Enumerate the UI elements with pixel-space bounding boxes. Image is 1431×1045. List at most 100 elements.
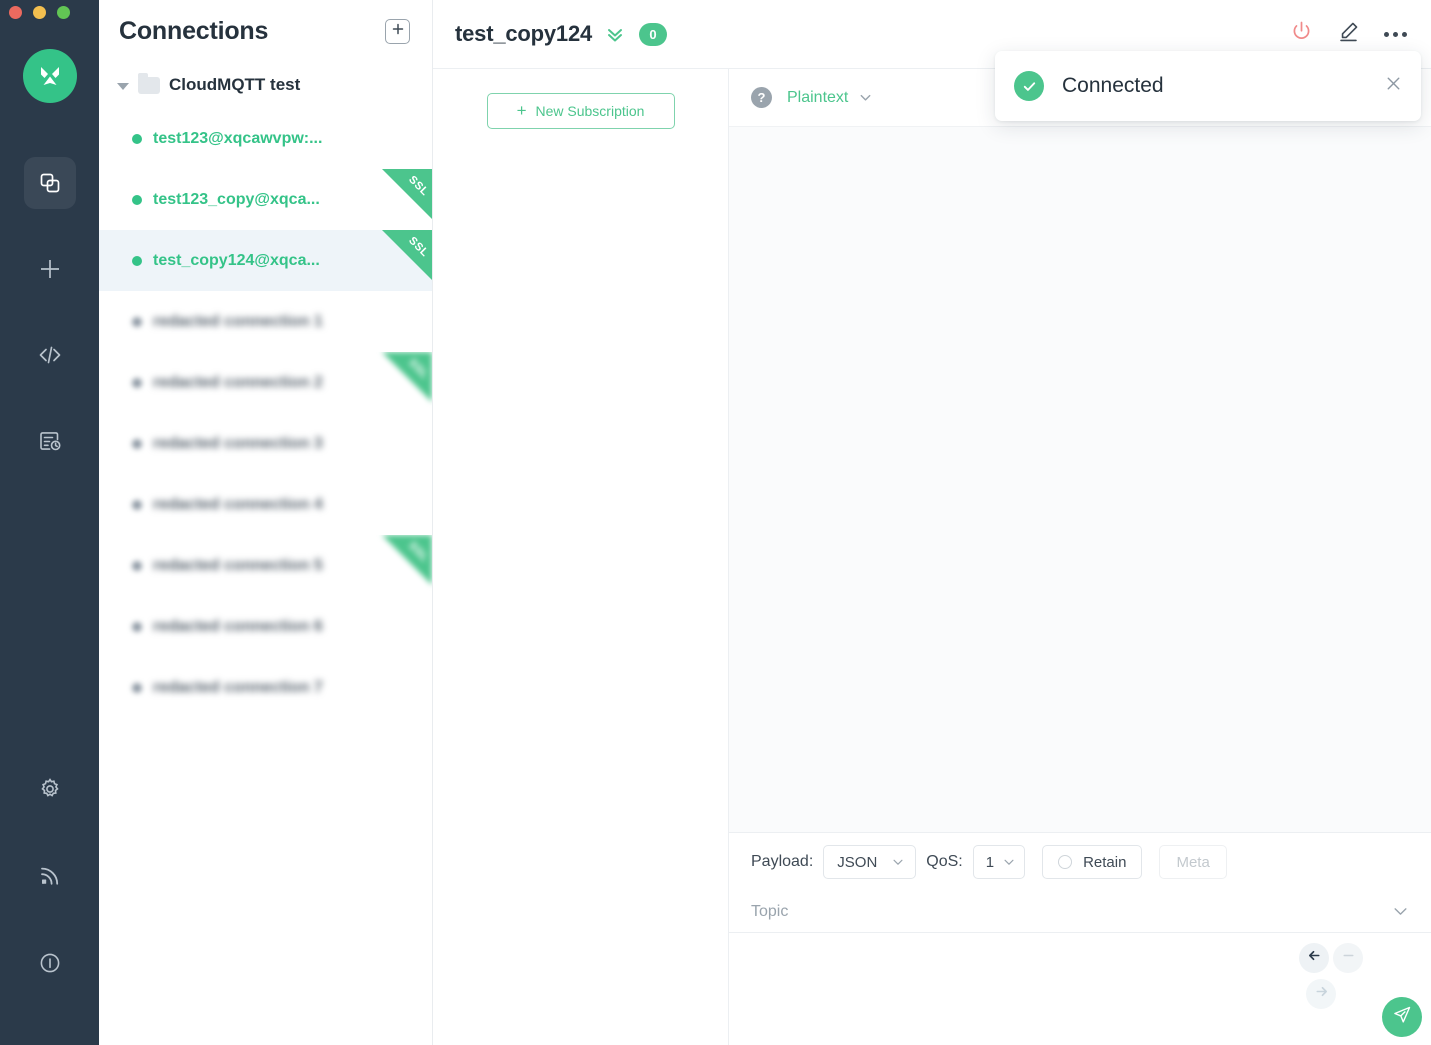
ssl-badge-label: SSL <box>406 235 431 260</box>
sidebar-item-new-connection[interactable] <box>24 243 76 295</box>
connection-name: redacted connection 1 <box>153 313 323 331</box>
help-icon[interactable]: ? <box>751 87 772 108</box>
connection-name: redacted connection 2 <box>153 374 323 392</box>
connections-header: Connections <box>99 0 432 62</box>
connection-list-item[interactable]: redacted connection 2SSL <box>99 352 432 413</box>
mqttx-logo-icon <box>23 49 77 103</box>
connection-list-item[interactable]: redacted connection 3 <box>99 413 432 474</box>
connection-status-dot <box>132 378 142 388</box>
status-badge: Connected <box>1062 74 1384 98</box>
connection-status-dot <box>132 561 142 571</box>
double-chevron-down-icon[interactable] <box>605 24 625 44</box>
sidebar-item-settings[interactable] <box>24 763 76 815</box>
connection-name: test123_copy@xqca... <box>153 191 320 209</box>
power-icon <box>1290 20 1313 48</box>
connection-list-item[interactable]: test123@xqcawvpw:... <box>99 108 432 169</box>
main-body: + New Subscription ? Plaintext <box>433 69 1431 1045</box>
app-window: Connections CloudMQTT test test123@xqcaw… <box>0 0 1431 1045</box>
publish-topic-row[interactable]: Topic <box>729 891 1431 933</box>
connection-status-dot <box>132 256 142 266</box>
edit-connection-button[interactable] <box>1337 20 1360 48</box>
sidebar-item-log[interactable] <box>24 415 76 467</box>
new-subscription-label: New Subscription <box>536 103 645 119</box>
plus-icon <box>37 256 63 282</box>
close-window-button[interactable] <box>9 6 22 19</box>
history-prev-button[interactable] <box>1299 943 1329 973</box>
connection-name: test123@xqcawvpw:... <box>153 130 322 148</box>
more-options-button[interactable] <box>1384 32 1407 37</box>
connection-list-item[interactable]: redacted connection 4 <box>99 474 432 535</box>
meta-button[interactable]: Meta <box>1159 845 1226 879</box>
plus-icon: + <box>517 102 527 119</box>
connection-name: redacted connection 6 <box>153 618 323 636</box>
check-circle-icon <box>1014 71 1044 101</box>
publish-bar: Payload: JSON QoS: 1 <box>729 832 1431 1045</box>
qos-select[interactable]: 1 <box>973 845 1025 879</box>
rail-bottom-icons <box>0 763 99 989</box>
more-dots-icon <box>1384 32 1407 37</box>
connection-group-label: CloudMQTT test <box>169 75 300 95</box>
sidebar-item-about[interactable] <box>24 937 76 989</box>
connection-name: redacted connection 4 <box>153 496 323 514</box>
connection-list-item[interactable]: redacted connection 6 <box>99 596 432 657</box>
connection-name: redacted connection 3 <box>153 435 323 453</box>
payload-label: Payload: <box>751 853 813 871</box>
connection-group-cloudmqtt-test[interactable]: CloudMQTT test <box>99 62 432 108</box>
ssl-badge: SSL <box>382 230 432 280</box>
retain-radio-icon <box>1058 855 1072 869</box>
connection-list-item[interactable]: redacted connection 7 <box>99 657 432 718</box>
messages-panel: ? Plaintext Payload: JSON <box>729 69 1431 1045</box>
chevron-down-icon[interactable] <box>1392 903 1409 920</box>
gear-icon <box>38 777 62 801</box>
plus-square-icon <box>391 22 405 41</box>
payload-type-select[interactable]: JSON <box>823 845 916 879</box>
send-message-button[interactable] <box>1382 997 1422 1037</box>
connection-name: redacted connection 5 <box>153 557 323 575</box>
message-list[interactable] <box>729 127 1431 832</box>
connection-list-item[interactable]: test123_copy@xqca... SSL <box>99 169 432 230</box>
connection-name: redacted connection 7 <box>153 679 323 697</box>
chevron-down-icon[interactable] <box>858 90 873 105</box>
page-title: test_copy124 <box>455 21 592 47</box>
rail-primary-icons <box>24 157 76 467</box>
maximize-window-button[interactable] <box>57 6 70 19</box>
qos-value: 1 <box>986 854 994 871</box>
retain-toggle[interactable]: Retain <box>1042 845 1142 879</box>
connection-status-dot <box>132 622 142 632</box>
connections-title: Connections <box>119 17 268 46</box>
arrow-right-icon <box>1314 984 1329 1004</box>
rss-icon <box>38 864 62 888</box>
close-toast-button[interactable] <box>1384 74 1403 98</box>
connection-list-item[interactable]: test_copy124@xqca...SSL <box>99 230 432 291</box>
new-subscription-button[interactable]: + New Subscription <box>487 93 675 129</box>
publish-message-editor[interactable] <box>729 933 1431 1045</box>
history-dash-button[interactable] <box>1333 943 1363 973</box>
dash-icon <box>1341 948 1356 968</box>
folder-icon <box>138 77 160 94</box>
connection-status-dot <box>132 134 142 144</box>
ssl-badge: SSL <box>382 169 432 219</box>
sidebar-item-connections[interactable] <box>24 157 76 209</box>
info-icon <box>38 951 62 975</box>
sidebar-item-scripts[interactable] <box>24 329 76 381</box>
publish-options-row: Payload: JSON QoS: 1 <box>729 833 1431 891</box>
retain-label: Retain <box>1083 854 1126 871</box>
payload-format-value[interactable]: Plaintext <box>787 89 848 107</box>
connection-list: test123@xqcawvpw:... test123_copy@xqca...… <box>99 108 432 718</box>
connection-list-item[interactable]: redacted connection 5SSL <box>99 535 432 596</box>
connections-panel: Connections CloudMQTT test test123@xqcaw… <box>99 0 433 1045</box>
connection-status-dot <box>132 317 142 327</box>
copy-squares-icon <box>38 171 62 195</box>
chevron-down-icon[interactable] <box>117 83 129 90</box>
history-next-button[interactable] <box>1306 979 1336 1009</box>
disconnect-button[interactable] <box>1290 20 1313 48</box>
pencil-icon <box>1337 20 1360 48</box>
close-icon <box>1384 74 1403 98</box>
topic-input[interactable]: Topic <box>751 903 1392 921</box>
connection-list-item[interactable]: redacted connection 1 <box>99 291 432 352</box>
subscriptions-panel: + New Subscription <box>433 69 729 1045</box>
header-actions <box>1290 20 1407 48</box>
add-connection-button[interactable] <box>385 19 410 44</box>
minimize-window-button[interactable] <box>33 6 46 19</box>
sidebar-item-broadcast[interactable] <box>24 850 76 902</box>
